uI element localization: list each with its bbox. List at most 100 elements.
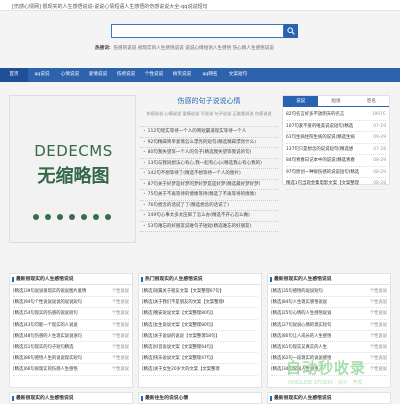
item-category[interactable]: 个性说说 bbox=[112, 364, 129, 374]
featured-list-item[interactable]: 13句与我同想法心有心,我一起有心心(精选我心有心我的) bbox=[140, 159, 278, 169]
list-item[interactable]: [精选]86句感悟人生的说说现实短句 个性说说 bbox=[13, 353, 129, 365]
item-category[interactable]: 个性说说 bbox=[370, 331, 387, 341]
site-title[interactable]: [伤感心情网] 很现实的人生感悟说说-说说心情短语人生感悟的伤感说说大全-qq说… bbox=[12, 3, 207, 10]
featured-tags[interactable]: 伤感说说 心情说说 爱情说说 写说说 句子说说 正能量说说 伤感说说 bbox=[140, 111, 278, 117]
featured-list-item[interactable]: 149句心事太多太压抑了怎么办(精选不开心怎么做) bbox=[140, 211, 278, 222]
item-category[interactable]: 个性说说 bbox=[112, 297, 129, 307]
item-title[interactable]: 精选1句当现金集电影文案【文案整理 bbox=[286, 178, 362, 189]
featured-list-item[interactable]: 92句精辟简单爱情怎么漂亮的短句(精选精辟漂亮什么) bbox=[140, 138, 278, 148]
item-title[interactable]: [精选]27句说说心情的现实短句 bbox=[271, 320, 353, 330]
side-list-item[interactable]: 82句名言好多不放明天的名言 1907C bbox=[286, 109, 386, 121]
item-title[interactable]: [精选]80句让人成长的人生感悟 bbox=[271, 331, 353, 341]
featured-thumbnail[interactable]: DEDECMS 无缩略图 bbox=[9, 95, 136, 243]
item-title[interactable]: 137句只是想念的说说短句(精选想 bbox=[286, 144, 362, 155]
item-category[interactable]: 个性说说 bbox=[112, 308, 129, 318]
item-title[interactable]: [精选]女生说说文案【文案整理80句】 bbox=[142, 320, 224, 330]
item-category[interactable]: 个性说说 bbox=[370, 308, 387, 318]
list-item[interactable]: [精选]80句让人成长的人生感悟 个性说说 bbox=[271, 331, 387, 342]
side-tab[interactable]: 说说 bbox=[283, 96, 319, 106]
nav-item[interactable]: qq说说 bbox=[28, 68, 56, 82]
item-title[interactable]: [精选]51句现实的句子短句精选 bbox=[13, 342, 95, 352]
item-title[interactable]: [精选]晚安说说文案【文案整理80句】 bbox=[142, 308, 224, 318]
item-title[interactable]: [精选]关于说说的说说【文案整理58句】 bbox=[142, 331, 224, 341]
list-item[interactable]: [精选]关于说说的说说【文案整理58句】 bbox=[142, 331, 258, 342]
side-list-item[interactable]: 137句只是想念的说说短句(精选想 07-28 bbox=[286, 144, 386, 155]
item-category[interactable]: 个性说说 bbox=[370, 297, 387, 307]
side-tab[interactable]: 短语 bbox=[318, 96, 353, 106]
list-item[interactable]: [精选]54句现实的伤感的说说短句 个性说说 bbox=[13, 308, 129, 320]
featured-list-item[interactable]: 80句我失望等一个人的句子(精选我失望等我说的句) bbox=[140, 148, 278, 159]
list-item[interactable]: [精选]35句感悟的说说短句 个性说说 bbox=[271, 286, 387, 298]
featured-title[interactable]: 伤感的句子说说心情 bbox=[140, 96, 278, 106]
item-title[interactable]: [精选]66句很现实的伤感人生感悟 bbox=[13, 364, 95, 374]
list-item[interactable]: [精选]关于我们不是朋友的文案【文案整理69句】 bbox=[142, 297, 258, 309]
list-item[interactable]: [精选]84句人生现实感悟说说 个性说说 bbox=[271, 297, 387, 309]
item-title[interactable]: [精选]关于女生20岁大的文案【文案整理 bbox=[142, 364, 224, 374]
nav-item[interactable]: 心情说说 bbox=[56, 68, 84, 82]
list-item[interactable]: [精选]39句说说很现实的说说图片爱情 个性说说 bbox=[13, 286, 129, 298]
list-item[interactable]: [精选]61句现实又真实的人生 个性说说 bbox=[271, 342, 387, 354]
featured-list-item[interactable]: 75句关于不再等待的情愫等待(精选了不再等待的情愫) bbox=[140, 190, 278, 201]
nav-item[interactable]: 搞笑说说 bbox=[168, 68, 196, 82]
side-list-item[interactable]: 61句生病住院生病的说说(精选生病 09-29 bbox=[286, 132, 386, 144]
item-title[interactable]: [精选]关于我们不是朋友的文案【文案整理69句】 bbox=[142, 297, 224, 307]
item-title[interactable]: [精选]54句现实的伤感的说说短句 bbox=[13, 308, 95, 318]
item-category[interactable]: 个性说说 bbox=[370, 320, 387, 330]
item-title[interactable]: 82句名言好多不放明天的名言 bbox=[286, 109, 362, 120]
list-item[interactable]: [精选]66句很现实的伤感人生感悟 个性说说 bbox=[13, 364, 129, 376]
nav-item[interactable]: 文案短句 bbox=[224, 68, 252, 82]
nav-item[interactable]: 伤感说说 bbox=[112, 68, 140, 82]
list-item[interactable]: [精选]女生说说文案【文案整理80句】 bbox=[142, 320, 258, 331]
item-category[interactable]: 个性说说 bbox=[112, 331, 129, 341]
list-item[interactable]: [精选]51句现实的句子短句精选 个性说说 bbox=[13, 342, 129, 354]
featured-list-item[interactable]: 76句想念的话说了了(精选想念的话说了) bbox=[140, 201, 278, 211]
item-title[interactable]: 61句生病住院生病的说说(精选生病 bbox=[286, 132, 362, 143]
list-item[interactable]: [精选]短篇关于朋友文案【文案整理07句】 bbox=[142, 286, 258, 298]
nav-item[interactable]: qq网名 bbox=[196, 68, 224, 82]
item-title[interactable]: 97句原创一种很伤感的说说短句(精选 bbox=[286, 167, 362, 178]
item-title[interactable]: [精选]快乐说说文案【文案整理47句】 bbox=[142, 353, 224, 363]
hot-links[interactable]: 伤感的说说 很现实的人生感悟说说 说说心情短语人生感悟 伤心情人生感悟说说 bbox=[113, 46, 274, 51]
list-item[interactable]: [精选]27句说说心情的现实短句 个性说说 bbox=[271, 320, 387, 331]
item-title[interactable]: 107句爱不爱的唯美说说短句(精选 bbox=[286, 121, 362, 132]
list-item[interactable]: [精选]快乐说说文案【文案整理47句】 bbox=[142, 353, 258, 365]
list-item[interactable]: [精选]48句伤感的人生现实说说语句 个性说说 bbox=[13, 331, 129, 342]
item-category[interactable]: 个性说说 bbox=[112, 286, 129, 296]
item-title[interactable]: [精选]86句感悟人生的说说现实短句 bbox=[13, 353, 95, 363]
search-button[interactable] bbox=[284, 24, 298, 38]
side-tab[interactable]: 签名 bbox=[354, 96, 389, 106]
item-title[interactable]: [精选]39句说说很现实的说说图片爱情 bbox=[13, 286, 95, 296]
item-category[interactable]: 个性说说 bbox=[112, 342, 129, 352]
featured-list-item[interactable]: 112句现实等待一个人的简短霸道现实等待一个人 bbox=[140, 127, 278, 138]
list-item[interactable]: [精选]晚安说说文案【文案整理80句】 bbox=[142, 308, 258, 320]
item-title[interactable]: [精选]35句感悟的说说短句 bbox=[271, 286, 353, 296]
item-category[interactable]: 个性说说 bbox=[370, 286, 387, 296]
item-title[interactable]: [精选]25句心情的人生感悟说说 bbox=[271, 308, 353, 318]
side-list-item[interactable]: 107句爱不爱的唯美说说短句(精选 07-29 bbox=[286, 121, 386, 132]
nav-item[interactable]: 首页 bbox=[0, 68, 28, 82]
nav-item[interactable]: 个性说说 bbox=[140, 68, 168, 82]
item-title[interactable]: [精选]短篇关于朋友文案【文案整理07句】 bbox=[142, 286, 224, 296]
nav-item[interactable]: 爱情说说 bbox=[84, 68, 112, 82]
side-list-item[interactable]: 97句原创一种很伤感的说说短句(精选 08-29 bbox=[286, 167, 386, 178]
featured-list-item[interactable]: 142句不想等待了(精选不想等待一个人的图片) bbox=[140, 169, 278, 180]
list-item[interactable]: [精选]94句个性说说说说的说说短句 个性说说 bbox=[13, 297, 129, 309]
item-title[interactable]: [精选]61句现实又真实的人生 bbox=[271, 342, 353, 352]
item-category[interactable]: 个性说说 bbox=[112, 320, 129, 330]
side-list-item[interactable]: 84句青春日记本中的说说(精选青春 08-29 bbox=[286, 155, 386, 167]
item-title[interactable]: [精选]抖音说说文案【文案整理64句】 bbox=[142, 342, 224, 352]
item-category[interactable]: 个性说说 bbox=[370, 342, 387, 352]
list-item[interactable]: [精选]43句可能一个现实的人说说 个性说说 bbox=[13, 320, 129, 331]
item-title[interactable]: [精选]43句可能一个现实的人说说 bbox=[13, 320, 95, 330]
featured-list-item[interactable]: 87句关于好梦是好梦的梦好梦是是好梦(精选最好梦好梦) bbox=[140, 180, 278, 190]
side-list-item[interactable]: 精选1句当现金集电影文案【文案整理 08-28 bbox=[286, 178, 386, 190]
item-title[interactable]: [精选]94句个性说说说说的说说短句 bbox=[13, 297, 95, 307]
list-item[interactable]: [精选]关于女生20岁大的文案【文案整理 bbox=[142, 364, 258, 376]
item-title[interactable]: [精选]84句人生现实感悟说说 bbox=[271, 297, 353, 307]
list-item[interactable]: [精选]抖音说说文案【文案整理64句】 bbox=[142, 342, 258, 354]
item-category[interactable]: 个性说说 bbox=[112, 353, 129, 363]
search-input[interactable] bbox=[111, 24, 284, 38]
featured-list-item[interactable]: 53句难忘的好朋友说难句子短短(精选难忘的好朋友) bbox=[140, 222, 278, 232]
item-title[interactable]: [精选]48句伤感的人生现实说说语句 bbox=[13, 331, 95, 341]
list-item[interactable]: [精选]25句心情的人生感悟说说 个性说说 bbox=[271, 308, 387, 320]
